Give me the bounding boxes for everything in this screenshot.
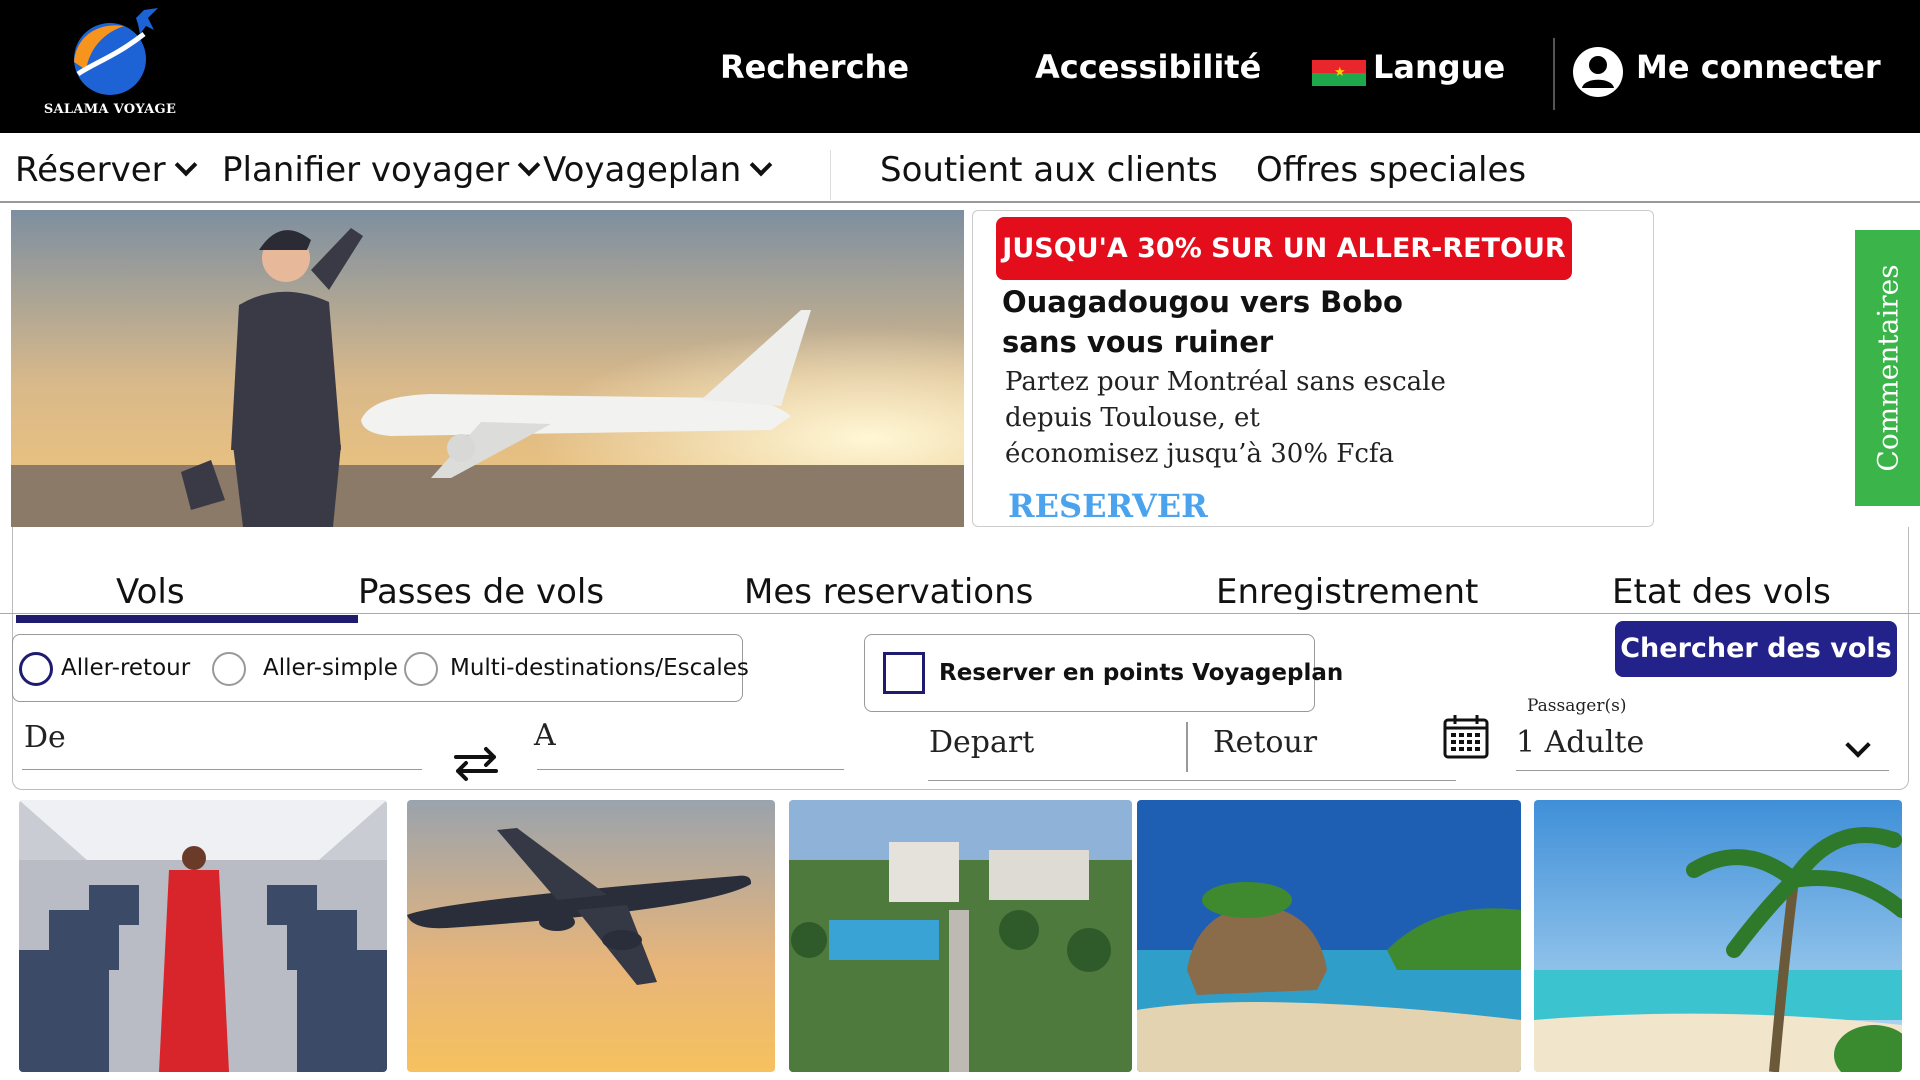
subnav-planifier-label: Planifier voyager bbox=[222, 150, 510, 190]
subnav-divider bbox=[830, 150, 831, 200]
user-icon[interactable] bbox=[1572, 46, 1624, 98]
from-field-underline bbox=[22, 769, 422, 770]
tab-flight-status[interactable]: Etat des vols bbox=[1612, 572, 1831, 612]
subnav-offers[interactable]: Offres speciales bbox=[1256, 150, 1526, 190]
to-field[interactable]: A bbox=[534, 718, 556, 753]
promo-description: Partez pour Montréal sans escale depuis … bbox=[1005, 364, 1525, 472]
passengers-label: Passager(s) bbox=[1527, 696, 1627, 716]
subnav-underline bbox=[0, 201, 1920, 203]
nav-accessibility-link[interactable]: Accessibilité bbox=[1035, 48, 1261, 86]
date-divider bbox=[1186, 722, 1188, 772]
nav-language-link[interactable]: Langue bbox=[1373, 48, 1505, 86]
gallery-airplane-image[interactable] bbox=[407, 800, 775, 1072]
radio-round-trip[interactable] bbox=[19, 652, 53, 686]
points-checkbox-label[interactable]: Reserver en points Voyageplan bbox=[939, 660, 1343, 686]
return-date-field[interactable]: Retour bbox=[1213, 725, 1317, 760]
flag-icon[interactable]: ★ bbox=[1312, 60, 1366, 86]
subnav-reserver-label: Réserver bbox=[15, 150, 166, 190]
radio-round-trip-label[interactable]: Aller-retour bbox=[61, 655, 190, 681]
feedback-tab[interactable]: Commentaires bbox=[1855, 230, 1920, 506]
login-link[interactable]: Me connecter bbox=[1636, 48, 1881, 86]
date-field-underline bbox=[928, 780, 1456, 781]
subnav-voyageplan[interactable]: Voyageplan bbox=[543, 150, 773, 190]
nav-search-link[interactable]: Recherche bbox=[720, 48, 909, 86]
subnav-support[interactable]: Soutient aux clients bbox=[880, 150, 1218, 190]
gallery-resort-image[interactable] bbox=[789, 800, 1132, 1072]
promo-text-line3: économisez jusqu’à 30% Fcfa bbox=[1005, 439, 1395, 469]
subnav-reserver[interactable]: Réserver bbox=[15, 150, 197, 190]
radio-multi-city[interactable] bbox=[404, 652, 438, 686]
promo-title-line2: sans vous ruiner bbox=[1002, 325, 1274, 359]
to-field-underline bbox=[537, 769, 844, 770]
chevron-down-icon bbox=[174, 153, 197, 177]
passengers-select[interactable]: 1 Adulte bbox=[1516, 725, 1644, 760]
header-divider bbox=[1553, 38, 1555, 110]
promo-text-line2: depuis Toulouse, et bbox=[1005, 403, 1260, 433]
search-flights-button[interactable]: Chercher des vols bbox=[1615, 621, 1897, 677]
tab-vols[interactable]: Vols bbox=[116, 572, 185, 612]
promo-title-line1: Ouagadougou vers Bobo bbox=[1002, 285, 1403, 319]
chevron-down-icon bbox=[517, 153, 541, 177]
points-checkbox[interactable] bbox=[883, 652, 925, 694]
radio-one-way-label[interactable]: Aller-simple bbox=[263, 655, 398, 681]
top-header: SALAMA VOYAGE Recherche Accessibilité ★ … bbox=[0, 0, 1920, 133]
gallery-tropical-beach-image[interactable] bbox=[1534, 800, 1902, 1072]
depart-date-field[interactable]: Depart bbox=[929, 725, 1034, 760]
promo-reserve-link[interactable]: RESERVER bbox=[1008, 487, 1208, 525]
promo-badge: JUSQU'A 30% SUR UN ALLER-RETOUR bbox=[996, 217, 1572, 280]
chevron-down-icon bbox=[749, 153, 773, 177]
radio-one-way[interactable] bbox=[212, 652, 246, 686]
gallery-beach-rock-image[interactable] bbox=[1137, 800, 1521, 1072]
swap-icon[interactable] bbox=[450, 743, 502, 783]
calendar-icon[interactable] bbox=[1442, 712, 1490, 760]
promo-title: Ouagadougou vers Bobo sans vous ruiner bbox=[1002, 282, 1542, 362]
passengers-underline bbox=[1516, 770, 1889, 771]
subnav-planifier[interactable]: Planifier voyager bbox=[222, 150, 541, 190]
gallery-cabin-image[interactable] bbox=[19, 800, 387, 1072]
promo-text-line1: Partez pour Montréal sans escale bbox=[1005, 367, 1446, 397]
subnav-voyageplan-label: Voyageplan bbox=[543, 150, 742, 190]
tabs-divider bbox=[0, 613, 1920, 614]
radio-multi-city-label[interactable]: Multi-destinations/Escales bbox=[450, 655, 749, 681]
tab-reservations[interactable]: Mes reservations bbox=[744, 572, 1033, 612]
brand-logo[interactable]: SALAMA VOYAGE bbox=[40, 4, 180, 124]
tab-passes[interactable]: Passes de vols bbox=[358, 572, 604, 612]
active-tab-indicator bbox=[16, 615, 358, 623]
tab-checkin[interactable]: Enregistrement bbox=[1216, 572, 1478, 612]
from-field[interactable]: De bbox=[24, 720, 66, 755]
hero-flight-attendant-image bbox=[11, 210, 964, 527]
feedback-label: Commentaires bbox=[1871, 264, 1904, 472]
plane-logo-icon bbox=[74, 8, 158, 95]
brand-name: SALAMA VOYAGE bbox=[43, 102, 177, 117]
